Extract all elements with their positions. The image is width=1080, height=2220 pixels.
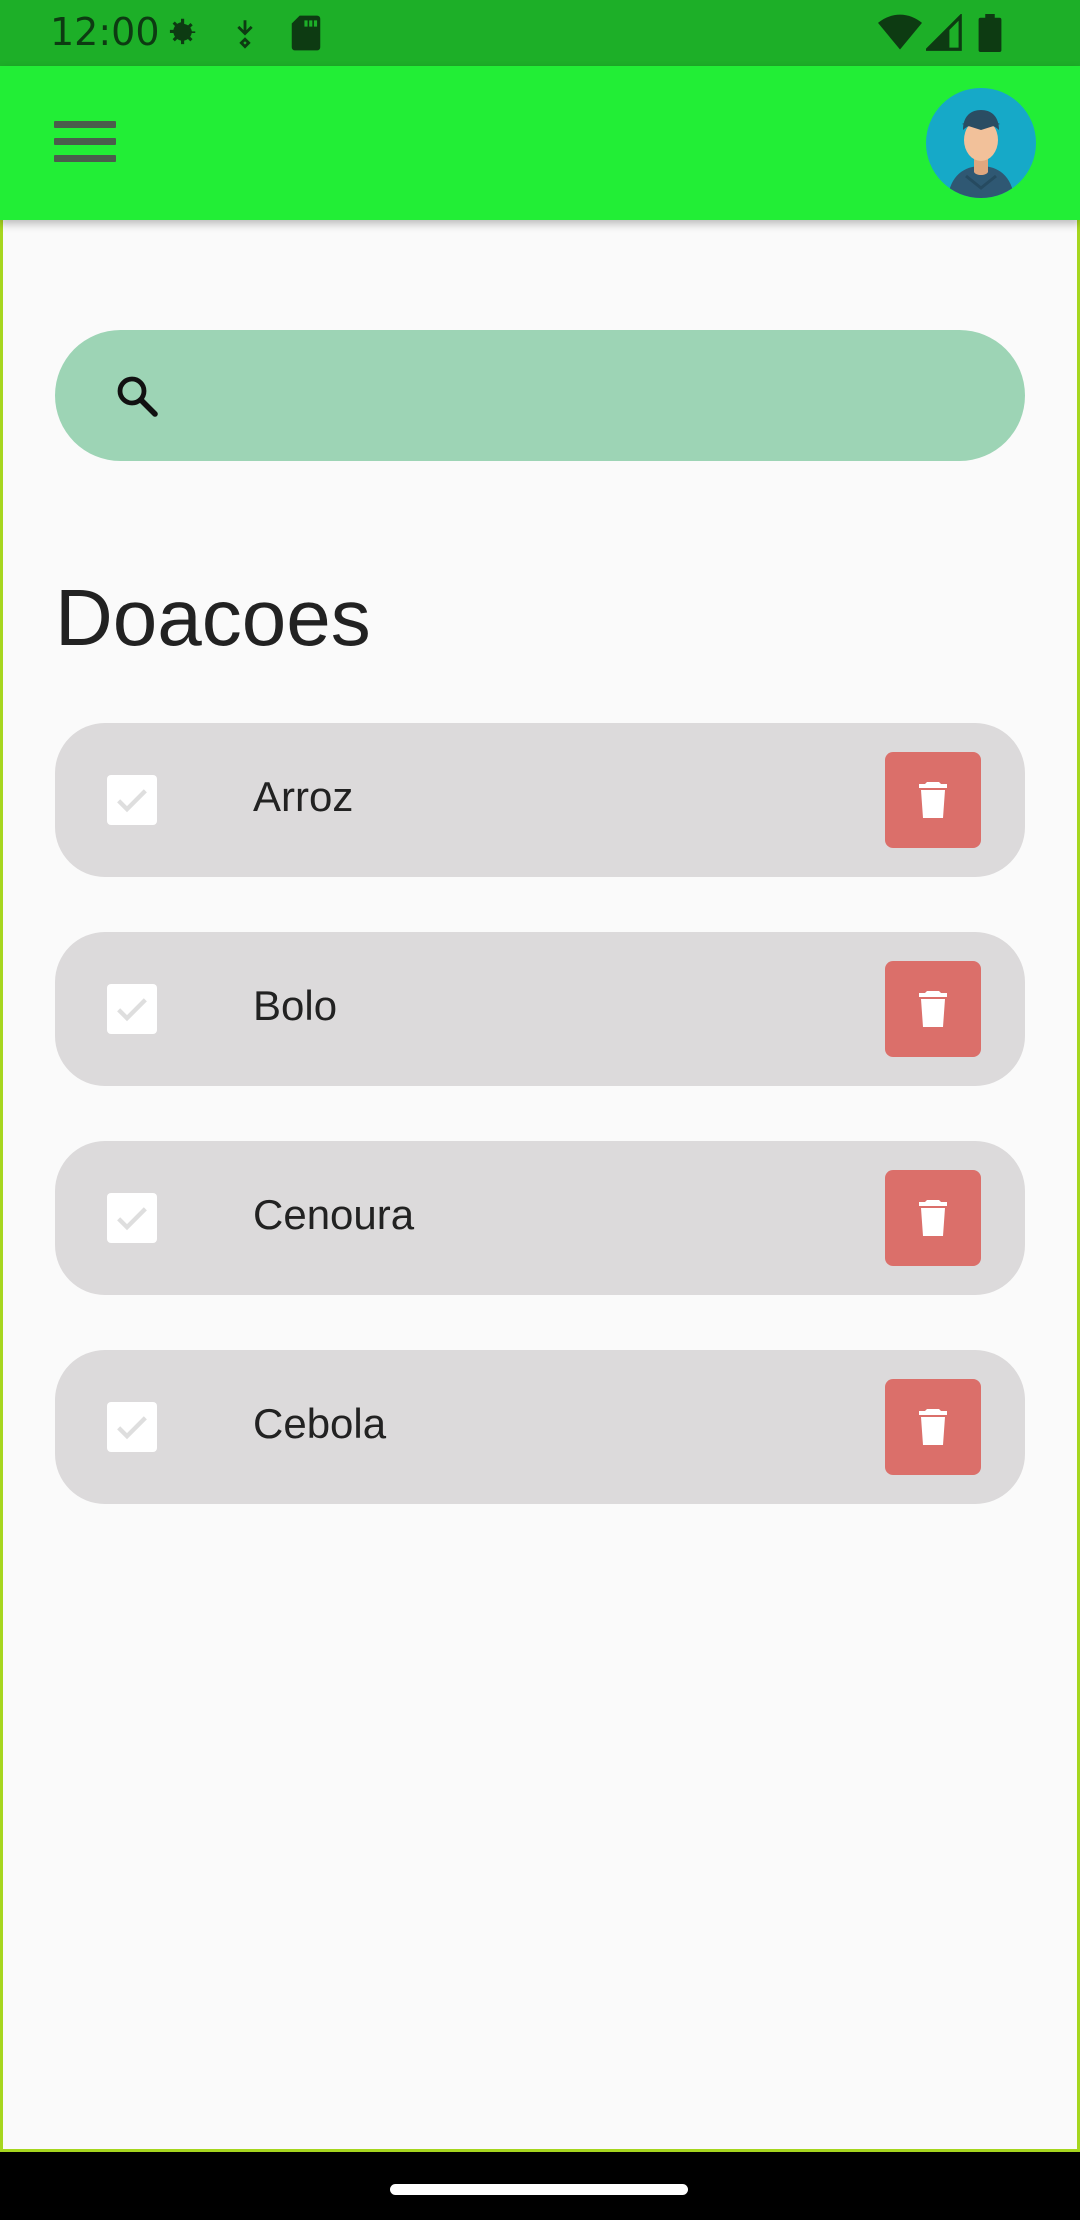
item-checkbox[interactable] <box>107 775 157 825</box>
check-icon <box>117 1416 147 1440</box>
check-icon <box>117 789 147 813</box>
wifi-icon <box>878 14 922 50</box>
menu-line <box>54 120 116 128</box>
list-item: Cenoura <box>55 1141 1025 1295</box>
search-icon <box>117 376 158 417</box>
delete-button[interactable] <box>885 1170 981 1266</box>
item-label: Bolo <box>253 982 338 1029</box>
settings-icon <box>169 18 196 45</box>
navigation-bar <box>0 2152 1080 2220</box>
item-label: Cebola <box>253 1400 387 1447</box>
check-icon <box>117 998 147 1022</box>
delete-button[interactable] <box>885 1379 981 1475</box>
item-label: Cenoura <box>253 1191 415 1238</box>
trash-icon <box>919 782 947 818</box>
download-icon <box>237 20 253 49</box>
delete-button[interactable] <box>885 752 981 848</box>
search-input[interactable] <box>185 350 985 440</box>
item-label: Arroz <box>253 773 354 820</box>
trash-icon <box>919 1409 947 1445</box>
status-bar: 12:00 <box>0 0 1080 66</box>
battery-icon <box>978 14 1002 52</box>
trash-icon <box>919 1200 947 1236</box>
app-bar <box>0 66 1080 220</box>
list-item: Bolo <box>55 932 1025 1086</box>
donation-list: Arroz Bolo Cenoura Cebola <box>55 723 1025 1559</box>
home-gesture-handle[interactable] <box>390 2184 688 2195</box>
delete-button[interactable] <box>885 961 981 1057</box>
item-checkbox[interactable] <box>107 1193 157 1243</box>
status-time: 12:00 <box>50 10 160 54</box>
check-icon <box>117 1207 147 1231</box>
signal-icon <box>926 14 962 51</box>
search-bar <box>55 330 1025 461</box>
trash-icon <box>919 991 947 1027</box>
menu-line <box>54 154 116 162</box>
item-checkbox[interactable] <box>107 984 157 1034</box>
list-item: Cebola <box>55 1350 1025 1504</box>
list-item: Arroz <box>55 723 1025 877</box>
user-avatar-icon[interactable] <box>926 88 1036 198</box>
menu-line <box>54 137 116 145</box>
page-title: Doacoes <box>55 573 371 662</box>
sd-card-icon <box>291 15 321 51</box>
item-checkbox[interactable] <box>107 1402 157 1452</box>
avatar-illustration <box>948 110 1014 198</box>
menu-icon[interactable] <box>40 106 130 176</box>
